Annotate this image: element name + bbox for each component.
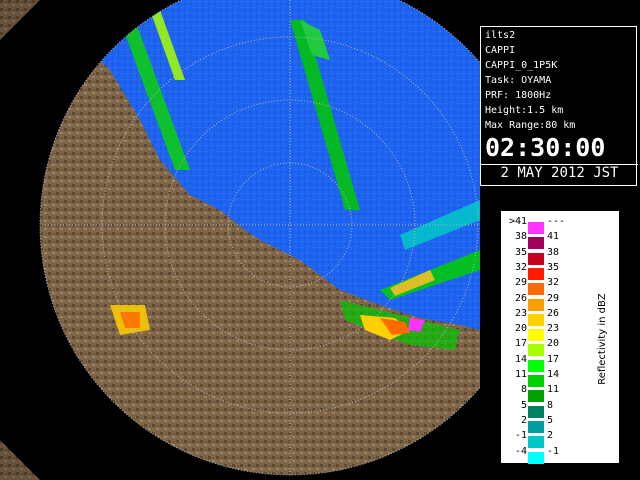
legend-level-lower: 26 xyxy=(514,292,527,304)
legend-level-lower: 14 xyxy=(514,353,527,365)
legend-level-lower: 11 xyxy=(514,369,527,380)
legend-level-lower: 38 xyxy=(514,231,527,243)
legend-level-upper: 11 xyxy=(547,384,560,396)
observation-date: 2 MAY 2012 JST xyxy=(481,164,638,181)
legend-level-upper: -1 xyxy=(547,445,560,457)
legend-swatch xyxy=(528,252,544,265)
legend-swatch xyxy=(528,359,544,372)
observation-time: 02:30:00 xyxy=(485,133,606,162)
legend-level-lower: 5 xyxy=(520,399,527,411)
legend-level-upper: 29 xyxy=(547,292,560,304)
legend-level-upper: 38 xyxy=(547,246,560,258)
legend-level-lower: 20 xyxy=(514,323,527,335)
legend-level-upper: 17 xyxy=(547,353,560,365)
site-name: ilts2 xyxy=(485,30,516,41)
legend-level-upper: 26 xyxy=(547,307,560,319)
legend-swatch xyxy=(528,375,544,387)
legend-level-upper: --- xyxy=(547,216,566,227)
legend-swatch xyxy=(528,329,544,342)
legend-swatch xyxy=(528,420,544,433)
legend-level-upper: 14 xyxy=(547,369,560,380)
product-type: CAPPI xyxy=(485,45,516,56)
legend-swatch xyxy=(528,267,544,280)
legend-level-upper: 23 xyxy=(547,323,560,335)
product-name: CAPPI_0_1P5K xyxy=(485,60,558,71)
legend-level-lower: 29 xyxy=(514,277,527,289)
legend-level-upper: 5 xyxy=(547,414,554,426)
legend-swatch xyxy=(528,344,544,357)
legend-level-lower: -4 xyxy=(514,445,527,457)
legend-swatch xyxy=(528,313,544,326)
legend-swatch xyxy=(528,405,544,418)
height-value: Height:1.5 km xyxy=(485,105,564,116)
legend-level-lower: 35 xyxy=(514,246,527,258)
prf-value: PRF: 1800Hz xyxy=(485,90,552,101)
legend-level-upper: 2 xyxy=(547,430,554,442)
legend-level-lower: 23 xyxy=(514,307,527,319)
legend-level-lower: 2 xyxy=(520,414,527,426)
legend-level-lower: -1 xyxy=(514,430,527,442)
legend-level-lower: 17 xyxy=(514,338,527,350)
legend-swatch xyxy=(528,436,544,449)
legend-level-lower: 8 xyxy=(520,384,527,396)
legend-level-upper: 32 xyxy=(547,277,560,289)
info-panel: ilts2 CAPPI CAPPI_0_1P5K Task: OYAMA PRF… xyxy=(480,26,638,186)
legend-level-lower: 32 xyxy=(514,261,527,273)
legend-swatch xyxy=(528,237,544,250)
legend-level-upper: 20 xyxy=(547,338,560,350)
legend-level-upper: 8 xyxy=(547,399,554,411)
legend-level-upper: 41 xyxy=(547,231,560,243)
legend-level-lower: >41 xyxy=(508,216,527,227)
radar-map xyxy=(0,0,480,480)
legend-swatch xyxy=(528,451,544,464)
legend-swatch xyxy=(528,298,544,311)
legend-swatch xyxy=(528,390,544,403)
max-range-value: Max Range:80 km xyxy=(485,120,576,131)
task-name: Task: OYAMA xyxy=(485,75,552,86)
legend-unit-label: Reflectivity in dBZ xyxy=(597,293,608,385)
legend-level-upper: 35 xyxy=(547,261,560,273)
legend-swatch xyxy=(528,222,544,234)
legend-swatch xyxy=(528,283,544,296)
reflectivity-legend: >41 --- 38 41 35 38 32 35 29 32 26 29 23 26 20 23 17 20 14… xyxy=(501,211,619,464)
